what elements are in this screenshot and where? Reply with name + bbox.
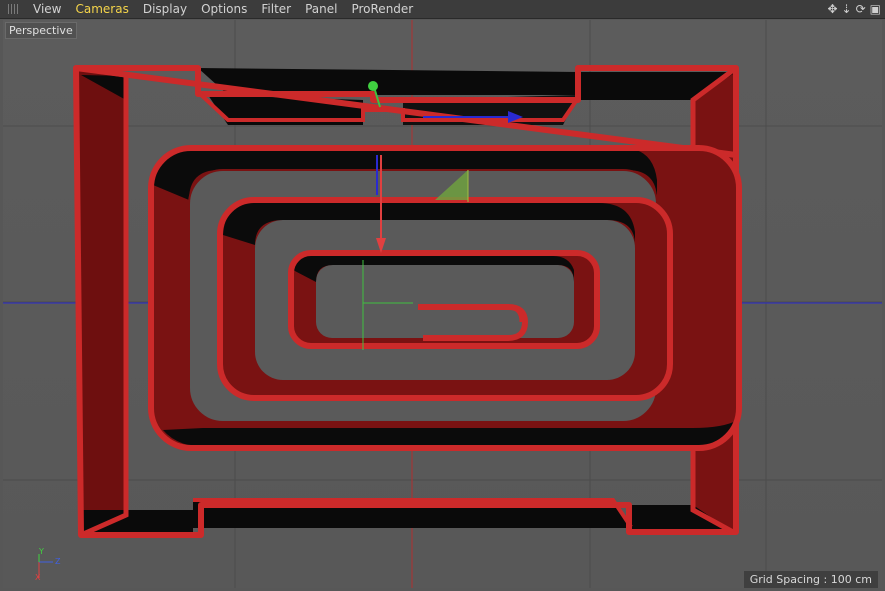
axis-y-label: Y: [39, 547, 44, 556]
perspective-viewport[interactable]: Perspective Y Z X Grid Spacing : 100 cm: [3, 20, 882, 588]
axis-z-label: Z: [55, 557, 61, 566]
spiral-loop-inner[interactable]: [288, 250, 600, 349]
world-axis-indicator: Y Z X: [33, 544, 73, 584]
viewport-menubar: View Cameras Display Options Filter Pane…: [0, 0, 885, 19]
menu-filter[interactable]: Filter: [254, 0, 298, 18]
menu-panel[interactable]: Panel: [298, 0, 344, 18]
rotate-view-icon[interactable]: ⟳: [856, 2, 866, 16]
grid-spacing-readout: Grid Spacing : 100 cm: [743, 571, 878, 588]
menu-display[interactable]: Display: [136, 0, 194, 18]
panel-grip-icon[interactable]: [8, 4, 20, 14]
menu-cameras[interactable]: Cameras: [68, 0, 135, 18]
maximize-view-icon[interactable]: ▣: [870, 2, 881, 16]
dolly-view-icon[interactable]: ⇣: [842, 2, 852, 16]
view-navigation-icons: ✥ ⇣ ⟳ ▣: [827, 0, 881, 18]
camera-label[interactable]: Perspective: [5, 22, 77, 39]
menu-prorender[interactable]: ProRender: [344, 0, 420, 18]
axis-x-label: X: [35, 573, 41, 582]
scene-canvas[interactable]: [3, 20, 882, 588]
y-axis-handle[interactable]: [368, 81, 378, 91]
menu-view[interactable]: View: [26, 0, 68, 18]
move-view-icon[interactable]: ✥: [827, 2, 837, 16]
menu-options[interactable]: Options: [194, 0, 254, 18]
